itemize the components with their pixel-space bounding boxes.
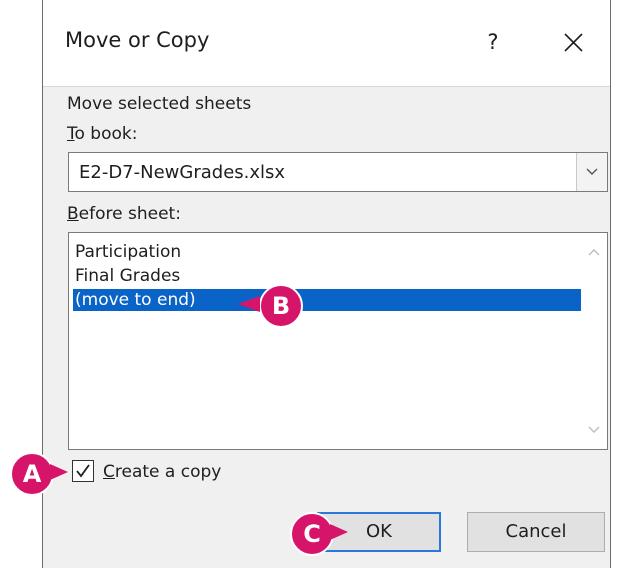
dialog-titlebar: Move or Copy ? xyxy=(43,0,610,87)
to-book-value: E2-D7-NewGrades.xlsx xyxy=(79,162,286,183)
callout-c-badge: C xyxy=(290,512,334,556)
list-item-participation[interactable]: Participation xyxy=(73,241,581,263)
to-book-mnemonic: T xyxy=(67,124,75,144)
before-sheet-mnemonic: B xyxy=(67,204,79,224)
to-book-dropdown-button[interactable] xyxy=(576,153,607,191)
list-item-final-grades[interactable]: Final Grades xyxy=(73,265,581,287)
help-button[interactable]: ? xyxy=(475,20,511,64)
chevron-up-icon xyxy=(588,249,600,256)
scroll-up-button[interactable] xyxy=(586,245,602,261)
to-book-dropdown[interactable]: E2-D7-NewGrades.xlsx xyxy=(68,152,608,192)
before-sheet-listbox[interactable]: Participation Final Grades (move to end) xyxy=(68,232,608,450)
dialog-title: Move or Copy xyxy=(65,28,210,52)
scroll-down-button[interactable] xyxy=(586,421,602,437)
to-book-label: To book: xyxy=(67,124,137,144)
to-book-label-text: o book: xyxy=(74,124,138,144)
create-copy-checkbox[interactable] xyxy=(72,460,94,482)
close-button[interactable] xyxy=(555,20,591,64)
move-selected-sheets-label: Move selected sheets xyxy=(67,94,252,114)
callout-b-badge: B xyxy=(259,284,303,328)
callout-c-pointer-icon xyxy=(330,524,348,540)
close-icon xyxy=(564,33,583,52)
checkmark-icon xyxy=(76,464,90,478)
callout-a-badge: A xyxy=(10,452,54,496)
callout-b-pointer-icon xyxy=(238,296,260,312)
list-item-move-to-end[interactable]: (move to end) xyxy=(73,289,581,311)
before-sheet-label: Before sheet: xyxy=(67,204,181,224)
chevron-down-icon xyxy=(586,168,598,175)
create-copy-label-text: reate a copy xyxy=(114,462,222,482)
chevron-down-icon xyxy=(588,426,600,433)
create-copy-label[interactable]: Create a copy xyxy=(103,462,221,482)
listbox-scrollbar[interactable] xyxy=(581,233,607,449)
callout-a-pointer-icon xyxy=(50,464,68,480)
before-sheet-label-text: efore sheet: xyxy=(78,204,181,224)
move-or-copy-dialog: Move or Copy ? Move selected sheets To b… xyxy=(42,0,611,568)
cancel-button[interactable]: Cancel xyxy=(467,512,605,552)
create-copy-mnemonic: C xyxy=(103,462,115,482)
